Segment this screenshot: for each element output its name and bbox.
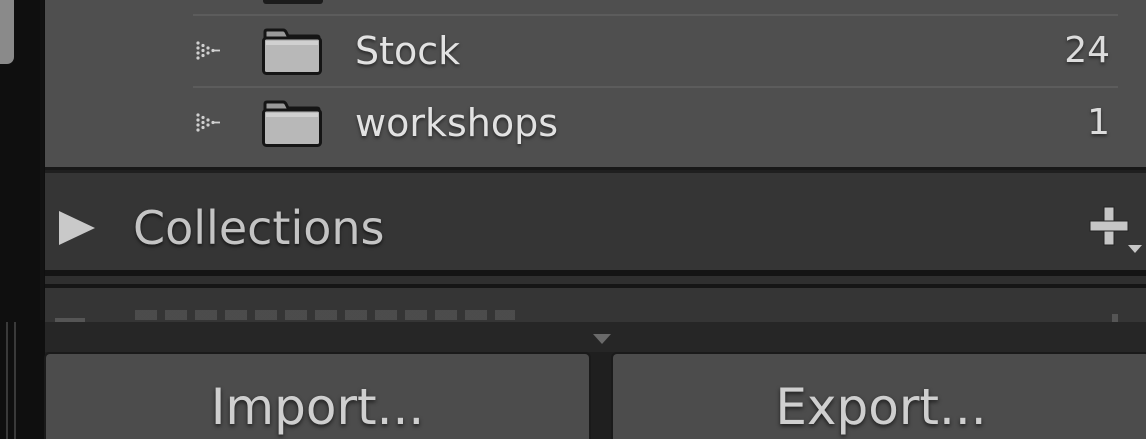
edge-shadow: [40, 0, 44, 320]
collections-panel-header[interactable]: Collections: [45, 173, 1146, 270]
import-button[interactable]: Import...: [44, 352, 591, 439]
photo-count: 24: [1064, 30, 1110, 71]
scrollbar-thumb[interactable]: [0, 0, 14, 64]
collapse-arrow-icon[interactable]: [593, 334, 611, 344]
expand-triangle-icon[interactable]: [59, 211, 95, 245]
photo-count: 1: [1087, 102, 1110, 143]
plus-icon: [1112, 314, 1118, 322]
folder-name: workshops: [355, 101, 559, 145]
edge-line: [6, 322, 8, 439]
folder-row-workshops[interactable]: workshops 1: [45, 88, 1146, 160]
folder-row-stock[interactable]: Stock 24: [45, 16, 1146, 88]
folders-panel: Stock 24 workshops 1: [45, 0, 1146, 170]
export-button[interactable]: Export...: [611, 352, 1146, 439]
edge-line: [14, 322, 16, 439]
left-panel-edge: [0, 0, 45, 439]
library-left-panel: Stock 24 workshops 1 Collections Import.…: [0, 0, 1146, 439]
publish-services-title-partial: [135, 310, 515, 320]
folder-icon-partial: [263, 0, 323, 4]
publish-services-header-partial[interactable]: [45, 288, 1146, 322]
panel-footer-divider: [45, 322, 1146, 352]
folder-name: Stock: [355, 29, 461, 73]
panel-divider: [45, 276, 1146, 284]
disclosure-triangle-icon[interactable]: [195, 112, 221, 134]
export-button-label: Export...: [775, 378, 987, 436]
folder-icon: [262, 28, 322, 75]
import-button-label: Import...: [210, 378, 425, 436]
plus-icon[interactable]: [1088, 201, 1146, 261]
collections-title: Collections: [133, 201, 385, 255]
folder-icon: [262, 100, 322, 147]
disclosure-triangle-icon[interactable]: [195, 40, 221, 62]
